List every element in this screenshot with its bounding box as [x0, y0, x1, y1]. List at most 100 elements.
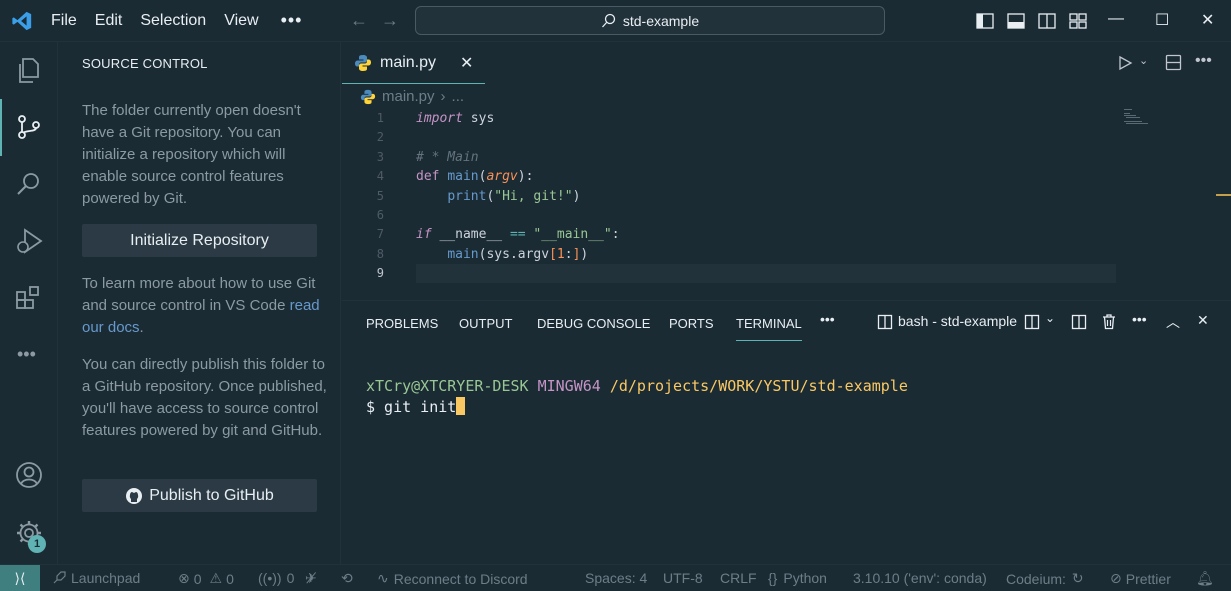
editor-area: main.py ✕ ⌄ ••• main.py › ... 1 import s…: [342, 42, 1231, 300]
toggle-secondary-sidebar-icon[interactable]: [1037, 11, 1057, 31]
more-views-icon[interactable]: •••: [17, 344, 47, 374]
line-number: 3: [376, 149, 384, 164]
code-line: 4 def main(argv):: [342, 167, 1231, 186]
menu-edit[interactable]: Edit: [95, 12, 123, 30]
terminal-name[interactable]: bash - std-example: [898, 313, 1017, 329]
toggle-panel-icon[interactable]: [1006, 11, 1026, 31]
initialize-repository-button[interactable]: Initialize Repository: [82, 224, 317, 257]
search-icon: [601, 13, 616, 27]
ports-broadcast-icon: ((•)): [258, 570, 282, 586]
bottom-panel: PROBLEMS OUTPUT DEBUG CONSOLE PORTS TERM…: [342, 300, 1231, 564]
code-line: 6: [342, 206, 1231, 225]
run-python-icon[interactable]: [1117, 55, 1133, 71]
code-text: # * Main: [416, 149, 479, 165]
active-indicator: [0, 99, 2, 156]
close-tab-icon[interactable]: ✕: [460, 53, 473, 73]
remote-indicator-icon[interactable]: ⟩⟨: [0, 565, 40, 591]
extensions-icon[interactable]: [14, 283, 44, 313]
copilot-disabled-icon[interactable]: ✈̸: [305, 570, 317, 587]
terminal-more-icon[interactable]: •••: [1132, 311, 1147, 327]
terminal-output[interactable]: xTCry@XTCRYER-DESK MINGW64 /d/projects/W…: [366, 376, 908, 418]
editor-tab-row: main.py ✕ ⌄ •••: [342, 42, 1231, 84]
new-terminal-split-icon[interactable]: [1024, 314, 1040, 330]
minimap[interactable]: [1124, 108, 1154, 128]
breadcrumb-symbol[interactable]: ...: [452, 88, 465, 105]
learn-more-text: To learn more about how to use Git and s…: [82, 275, 316, 314]
line-number: 5: [376, 188, 384, 203]
run-dropdown-icon[interactable]: ⌄: [1139, 54, 1148, 67]
tab-ports[interactable]: PORTS: [669, 316, 714, 331]
customize-layout-icon[interactable]: [1068, 11, 1088, 31]
tab-problems[interactable]: PROBLEMS: [366, 316, 438, 331]
maximize-icon[interactable]: ☐: [1155, 10, 1169, 30]
panel-more-icon[interactable]: •••: [820, 311, 835, 327]
discord-label: Reconnect to Discord: [393, 570, 528, 587]
code-line: 2: [342, 128, 1231, 147]
breadcrumb-file[interactable]: main.py: [382, 88, 435, 105]
learn-more-message: To learn more about how to use Git and s…: [82, 273, 327, 339]
codeium-item[interactable]: Codeium: ↻: [1006, 570, 1084, 587]
tab-output[interactable]: OUTPUT: [459, 316, 512, 331]
maximize-panel-icon[interactable]: ︿: [1166, 312, 1180, 332]
minimize-icon[interactable]: —: [1108, 10, 1124, 28]
history-icon[interactable]: ⟲: [341, 570, 353, 587]
indentation-item[interactable]: Spaces: 4: [585, 570, 647, 586]
tab-main-py[interactable]: main.py ✕: [342, 42, 485, 84]
close-window-icon[interactable]: ✕: [1201, 10, 1214, 30]
forward-arrow-icon[interactable]: →: [381, 10, 399, 31]
code-line: 5 print("Hi, git!"): [342, 187, 1231, 206]
problems-item[interactable]: ⊗ 0 ⚠ 0: [178, 570, 234, 587]
breadcrumb: main.py › ...: [360, 88, 464, 105]
code-editor[interactable]: 1 import sys 2 3 # * Main 4 def main(arg…: [342, 109, 1231, 284]
line-number: 2: [376, 130, 384, 145]
source-control-icon[interactable]: [14, 112, 44, 142]
ports-count: 0: [286, 570, 295, 586]
activity-bar: ••• 1: [0, 42, 58, 564]
interpreter-item[interactable]: 3.10.10 ('env': conda): [853, 570, 987, 586]
code-text: main(sys.argv[1:]): [447, 246, 589, 262]
eol-item[interactable]: CRLF: [720, 570, 757, 586]
menu-view[interactable]: View: [224, 12, 258, 30]
error-count: 0: [193, 570, 202, 587]
menu-more-icon[interactable]: •••: [281, 10, 303, 31]
ports-item[interactable]: ((•)) 0: [258, 570, 294, 586]
editor-more-icon[interactable]: •••: [1195, 52, 1212, 70]
code-text: print("Hi, git!"): [447, 188, 581, 204]
search-sidebar-icon[interactable]: [14, 169, 44, 199]
menu-selection[interactable]: Selection: [140, 12, 206, 30]
accounts-icon[interactable]: [14, 460, 44, 490]
launchpad-item[interactable]: Launchpad: [52, 570, 140, 586]
tab-terminal[interactable]: TERMINAL: [736, 316, 802, 341]
notifications-bell-icon[interactable]: 🔔︎: [1196, 570, 1214, 587]
terminal-dropdown-icon[interactable]: ⌄: [1045, 311, 1055, 325]
explorer-icon[interactable]: [14, 55, 44, 85]
code-line-current: 9: [342, 264, 1231, 284]
run-debug-icon[interactable]: [14, 226, 44, 256]
close-panel-icon[interactable]: ✕: [1197, 312, 1209, 329]
line-number: 1: [376, 111, 384, 125]
no-repo-message: The folder currently open doesn't have a…: [82, 102, 301, 207]
back-arrow-icon[interactable]: ←: [350, 10, 368, 31]
publish-to-github-button[interactable]: Publish to GitHub: [82, 479, 317, 512]
split-editor-icon[interactable]: [1165, 54, 1182, 71]
split-terminal-icon[interactable]: [1071, 314, 1087, 330]
code-line: 1 import sys: [342, 109, 1231, 128]
current-line-highlight: [416, 264, 1116, 284]
status-bar: ⟩⟨ Launchpad ⊗ 0 ⚠ 0 ((•)) 0 ✈̸ ⟲ ∿ Reco…: [0, 564, 1231, 591]
command-center-search[interactable]: std-example: [415, 6, 885, 35]
pulse-icon: ∿: [377, 570, 389, 586]
code-text: def main(argv):: [416, 169, 534, 185]
menu-file[interactable]: File: [51, 12, 77, 30]
toggle-primary-sidebar-icon[interactable]: [975, 11, 995, 31]
language-item[interactable]: {} Python: [768, 570, 827, 586]
tab-debug-console[interactable]: DEBUG CONSOLE: [537, 316, 650, 331]
line-number: 4: [376, 169, 384, 184]
prettier-item[interactable]: ⊘ Prettier: [1110, 570, 1171, 587]
python-file-icon: [355, 54, 371, 71]
warning-icon: ⚠: [209, 570, 223, 586]
python-breadcrumb-icon: [360, 89, 376, 104]
encoding-item[interactable]: UTF-8: [663, 570, 703, 586]
error-icon: ⊗: [178, 570, 190, 586]
trash-icon[interactable]: [1101, 313, 1117, 330]
discord-item[interactable]: ∿ Reconnect to Discord: [377, 570, 528, 587]
